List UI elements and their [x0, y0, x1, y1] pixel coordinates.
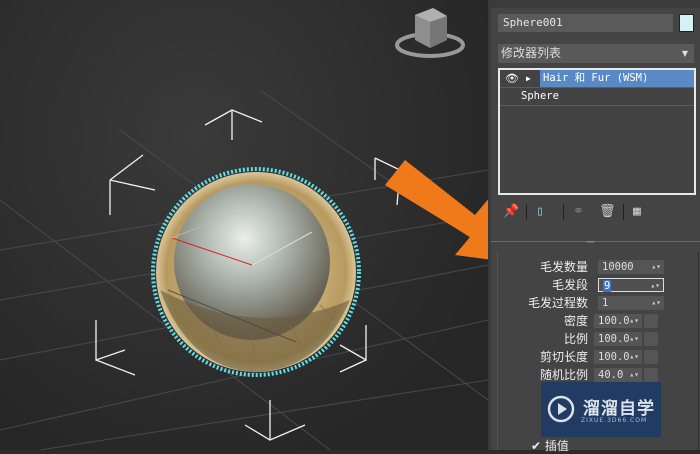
stack-toolbar: 📌 ▯ ⚭ 🗑 ▦	[501, 204, 691, 222]
param-label: 毛发段	[551, 278, 588, 292]
pin-stack-icon[interactable]: 📌	[503, 204, 519, 219]
spinner-arrows-icon[interactable]: ▴▾	[629, 368, 639, 382]
param-label: 比例	[563, 332, 588, 346]
fur-sphere	[151, 167, 361, 377]
modifier-list-label: 修改器列表	[501, 46, 562, 60]
play-logo-icon	[547, 395, 575, 423]
spinner-arrows-icon[interactable]: ▴▾	[629, 350, 639, 364]
cut-length-spinner[interactable]: 100.0 ▴▾	[594, 350, 642, 364]
param-hair-segments: 毛发段 9 ▴▾	[498, 278, 698, 293]
divider	[491, 241, 700, 242]
spinner-arrows-icon[interactable]: ▴▾	[651, 296, 661, 310]
param-hair-passes: 毛发过程数 1 ▴▾	[498, 296, 698, 311]
param-label: 毛发过程数	[527, 296, 588, 310]
watermark-title: 溜溜自学	[583, 399, 655, 419]
cut-length-map-button[interactable]	[644, 350, 658, 364]
random-scale-map-button[interactable]	[644, 368, 658, 382]
param-label: 毛发数量	[539, 260, 588, 274]
param-label: 随机比例	[539, 368, 588, 382]
param-scale: 比例 100.0 ▴▾	[498, 332, 698, 347]
param-value: 40.0	[598, 369, 624, 381]
modifier-list-dropdown[interactable]: 修改器列表 ▼	[498, 44, 694, 63]
scale-map-button[interactable]	[644, 332, 658, 346]
spinner-arrows-icon[interactable]: ▴▾	[650, 279, 660, 293]
expand-triangle-icon[interactable]: ▶	[526, 70, 531, 87]
param-hair-count: 毛发数量 10000 ▴▾	[498, 260, 698, 275]
param-value: 100.0	[598, 315, 630, 327]
viewport-scene	[0, 8, 545, 451]
configure-sets-icon[interactable]: ▦	[633, 204, 641, 219]
param-value: 100.0	[598, 333, 630, 345]
object-name-input[interactable]: Sphere001	[498, 14, 673, 32]
stack-item-sphere[interactable]: Sphere	[500, 88, 694, 106]
hair-passes-spinner[interactable]: 1 ▴▾	[598, 296, 664, 310]
watermark-url: ZIXUE.3D66.COM	[581, 417, 648, 424]
interpolate-label: 插值	[544, 439, 569, 453]
stack-item-hair-fur[interactable]: 👁 ▶ Hair 和 Fur (WSM)	[500, 70, 694, 88]
rollout-grip[interactable]: ⋯⋯	[587, 238, 595, 246]
random-scale-spinner[interactable]: 40.0 ▴▾	[594, 368, 642, 382]
param-value: 10000	[602, 261, 634, 273]
hair-segments-spinner[interactable]: 9 ▴▾	[598, 278, 664, 292]
modifier-stack[interactable]: 👁 ▶ Hair 和 Fur (WSM) Sphere	[498, 68, 696, 195]
param-value: 1	[602, 297, 609, 309]
remove-modifier-icon[interactable]: 🗑	[599, 204, 616, 219]
param-label: 剪切长度	[539, 350, 588, 364]
hair-count-spinner[interactable]: 10000 ▴▾	[598, 260, 664, 274]
density-spinner[interactable]: 100.0 ▴▾	[594, 314, 642, 328]
eye-icon[interactable]: 👁	[505, 70, 519, 87]
param-value: 9	[603, 280, 612, 292]
param-value: 100.0	[598, 351, 630, 363]
stack-item-label: Hair 和 Fur (WSM)	[540, 70, 694, 87]
param-label: 密度	[563, 314, 588, 328]
spinner-arrows-icon[interactable]: ▴▾	[629, 314, 639, 328]
chevron-down-icon: ▼	[681, 49, 688, 58]
make-unique-icon[interactable]: ⚭	[573, 204, 584, 219]
command-panel-tabs[interactable]	[491, 0, 700, 8]
checkmark-icon: ✔	[531, 439, 542, 453]
stack-item-label: Sphere	[521, 90, 559, 102]
object-color-swatch[interactable]	[679, 14, 694, 32]
scale-spinner[interactable]: 100.0 ▴▾	[594, 332, 642, 346]
orange-arrow	[385, 160, 545, 267]
viewcube-icon	[395, 8, 465, 58]
param-random-scale: 随机比例 40.0 ▴▾	[498, 368, 698, 383]
density-map-button[interactable]	[644, 314, 658, 328]
watermark-logo: 溜溜自学 ZIXUE.3D66.COM	[541, 382, 661, 437]
viewport-perspective[interactable]	[0, 0, 545, 451]
param-cut-length: 剪切长度 100.0 ▴▾	[498, 350, 698, 365]
spinner-arrows-icon[interactable]: ▴▾	[651, 260, 661, 274]
show-end-result-icon[interactable]: ▯	[536, 204, 544, 219]
spinner-arrows-icon[interactable]: ▴▾	[629, 332, 639, 346]
param-density: 密度 100.0 ▴▾	[498, 314, 698, 329]
interpolate-checkbox[interactable]: ✔ 插值	[531, 437, 569, 454]
